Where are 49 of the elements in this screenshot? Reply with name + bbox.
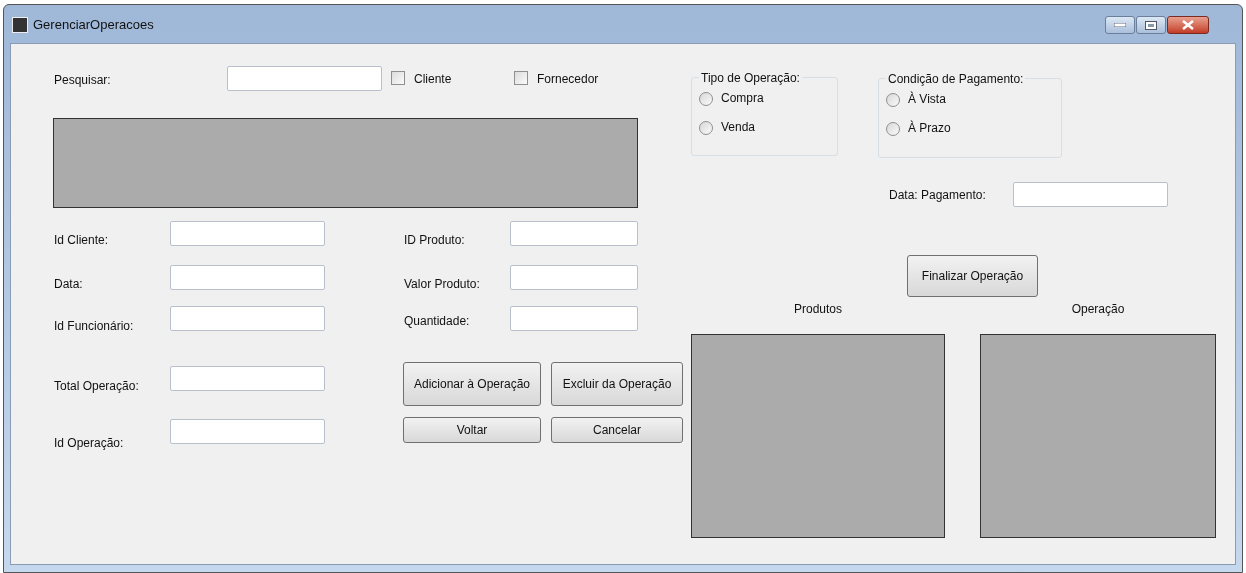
field-label: Id Funcionário: bbox=[54, 319, 134, 334]
field-label: Id Operação: bbox=[54, 436, 124, 451]
field-label: Id Cliente: bbox=[54, 233, 109, 248]
checkbox[interactable] bbox=[514, 71, 528, 85]
input-field[interactable] bbox=[170, 265, 325, 290]
button[interactable]: Adicionar à Operação bbox=[403, 362, 541, 406]
field-label: Data: bbox=[54, 277, 83, 292]
checkbox[interactable] bbox=[391, 71, 405, 85]
maximize-button[interactable] bbox=[1136, 16, 1166, 34]
field-label: Valor Produto: bbox=[404, 277, 480, 292]
checkbox-label: Fornecedor bbox=[537, 72, 599, 87]
radio-label: À Vista bbox=[908, 92, 946, 107]
list-title: Produtos bbox=[793, 302, 843, 317]
minimize-icon bbox=[1114, 23, 1126, 27]
button[interactable]: Cancelar bbox=[551, 417, 683, 443]
radio-label: Compra bbox=[721, 91, 764, 106]
group-title: Condição de Pagamento: bbox=[886, 72, 1026, 87]
group-title: Tipo de Operação: bbox=[699, 71, 802, 86]
radio-button[interactable] bbox=[886, 93, 900, 107]
window-title: GerenciarOperacoes bbox=[33, 16, 154, 34]
list-title: Operação bbox=[1070, 302, 1126, 317]
radio-button[interactable] bbox=[886, 122, 900, 136]
field-label: ID Produto: bbox=[404, 233, 465, 248]
search-label: Pesquisar: bbox=[54, 73, 111, 88]
close-button[interactable] bbox=[1167, 16, 1209, 34]
field-label: Total Operação: bbox=[54, 379, 139, 394]
app-icon bbox=[12, 16, 28, 33]
input-field[interactable] bbox=[170, 221, 325, 246]
input-field[interactable] bbox=[510, 221, 638, 246]
input-field[interactable] bbox=[170, 419, 325, 444]
input-field[interactable] bbox=[510, 306, 638, 331]
field-label: Quantidade: bbox=[404, 314, 470, 329]
close-icon bbox=[1182, 20, 1194, 30]
maximize-icon bbox=[1145, 20, 1157, 30]
button[interactable]: Finalizar Operação bbox=[907, 255, 1038, 297]
field-label: Data: Pagamento: bbox=[889, 188, 986, 203]
minimize-button[interactable] bbox=[1105, 16, 1135, 34]
button[interactable]: Voltar bbox=[403, 417, 541, 443]
radio-button[interactable] bbox=[699, 121, 713, 135]
input-field[interactable] bbox=[170, 366, 325, 391]
input-field[interactable] bbox=[510, 265, 638, 290]
radio-label: À Prazo bbox=[908, 121, 951, 136]
input-field[interactable] bbox=[1013, 182, 1168, 207]
radio-button[interactable] bbox=[699, 92, 713, 106]
checkbox-label: Cliente bbox=[414, 72, 452, 87]
radio-label: Venda bbox=[721, 120, 756, 135]
button[interactable]: Excluir da Operação bbox=[551, 362, 683, 406]
input-field[interactable] bbox=[170, 306, 325, 331]
input-field[interactable] bbox=[227, 66, 382, 91]
